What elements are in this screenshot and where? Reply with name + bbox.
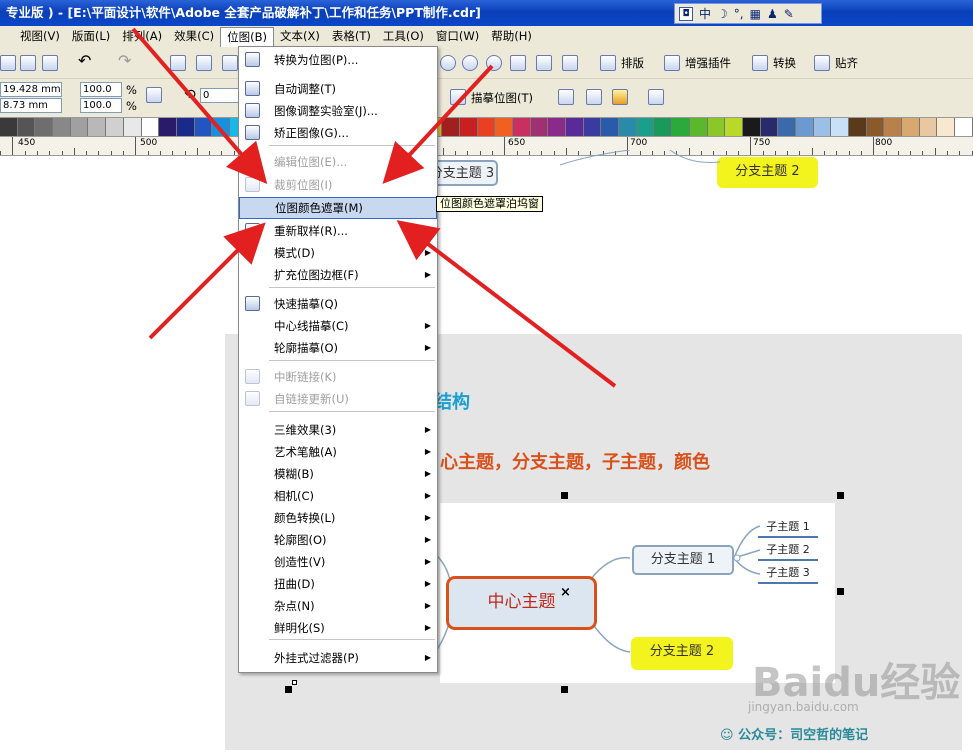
arrow-1 (131, 27, 268, 185)
arrow-4 (396, 220, 617, 388)
arrow-3 (148, 222, 266, 340)
arrow-2 (382, 64, 494, 184)
annotation-arrows (131, 27, 617, 388)
